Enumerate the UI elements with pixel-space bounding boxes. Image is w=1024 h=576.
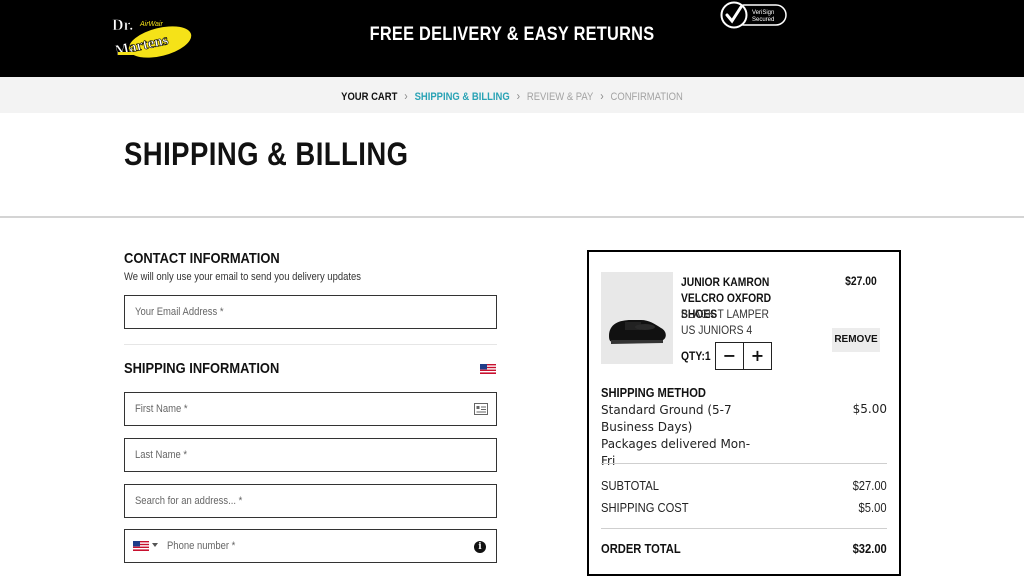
quantity-label: QTY:1: [681, 349, 711, 363]
chevron-down-icon[interactable]: [152, 543, 158, 547]
chevron-right-icon: ›: [516, 89, 521, 103]
first-name-placeholder: First Name *: [135, 403, 188, 415]
shipping-information-heading: SHIPPING INFORMATION: [124, 360, 280, 377]
top-header: Dr. Martens AirWair FREE DELIVERY & EASY…: [0, 0, 1024, 77]
contact-subtext: We will only use your email to send you …: [124, 271, 361, 283]
breadcrumb-shipping-billing: SHIPPING & BILLING: [414, 91, 510, 103]
chevron-right-icon: ›: [404, 89, 408, 103]
us-flag-icon[interactable]: [480, 364, 496, 374]
address-search-field[interactable]: Search for an address... *: [124, 484, 497, 518]
promo-banner: FREE DELIVERY & EASY RETURNS: [369, 24, 655, 45]
divider: [601, 463, 887, 464]
shipping-cost-value: $5.00: [859, 500, 887, 515]
product-price: $27.00: [845, 274, 877, 288]
page-title: SHIPPING & BILLING: [124, 136, 409, 172]
increase-quantity-button[interactable]: +: [743, 342, 772, 370]
order-total-label: ORDER TOTAL: [601, 541, 681, 556]
breadcrumb-confirmation: CONFIRMATION: [610, 91, 683, 103]
last-name-field[interactable]: Last Name *: [124, 438, 497, 472]
shipping-method-price: $5.00: [852, 402, 887, 416]
svg-text:VeriSign: VeriSign: [752, 10, 774, 16]
breadcrumb: YOUR CART › SHIPPING & BILLING › REVIEW & PA…: [72, 89, 953, 103]
order-total-value: $32.00: [852, 541, 887, 556]
divider: [0, 216, 1024, 218]
section-divider: [124, 344, 497, 345]
us-flag-icon[interactable]: [133, 541, 149, 551]
product-size: US JUNIORS 4: [681, 323, 753, 337]
email-field[interactable]: Your Email Address *: [124, 295, 497, 329]
product-image[interactable]: [601, 272, 673, 364]
svg-text:Secured: Secured: [752, 17, 774, 23]
breadcrumb-review-pay: REVIEW & PAY: [526, 91, 594, 103]
decrease-quantity-button[interactable]: −: [715, 342, 744, 370]
breadcrumb-your-cart[interactable]: YOUR CART: [341, 91, 397, 103]
chevron-right-icon: ›: [600, 89, 604, 103]
checkout-breadcrumb-bar: YOUR CART › SHIPPING & BILLING › REVIEW & PA…: [0, 77, 1024, 113]
shipping-method-description: Standard Ground (5-7 Business Days) Pack…: [601, 402, 751, 470]
remove-button[interactable]: REMOVE: [832, 328, 880, 352]
shipping-method-name: Standard Ground (5-7 Business Days): [601, 403, 732, 434]
verisign-check-icon: VeriSign Secured: [720, 1, 787, 29]
shipping-cost-label: SHIPPING COST: [601, 500, 689, 515]
info-icon[interactable]: i: [474, 541, 486, 553]
email-placeholder: Your Email Address *: [135, 306, 224, 318]
subtotal-value: $27.00: [852, 478, 887, 493]
address-placeholder: Search for an address... *: [135, 495, 243, 507]
divider: [601, 528, 887, 529]
phone-field[interactable]: Phone number * i: [124, 529, 497, 563]
last-name-placeholder: Last Name *: [135, 449, 188, 461]
phone-placeholder: Phone number *: [167, 540, 236, 552]
contact-card-icon[interactable]: [474, 403, 488, 415]
shoe-icon: [609, 320, 666, 344]
contact-information-heading: CONTACT INFORMATION: [124, 250, 280, 267]
shipping-method-heading: SHIPPING METHOD: [601, 385, 706, 400]
first-name-field[interactable]: First Name *: [124, 392, 497, 426]
order-summary: JUNIOR KAMRON VELCRO OXFORD SHOES BLACK …: [587, 250, 901, 576]
product-color: BLACK T LAMPER: [681, 307, 769, 321]
subtotal-label: SUBTOTAL: [601, 478, 659, 493]
